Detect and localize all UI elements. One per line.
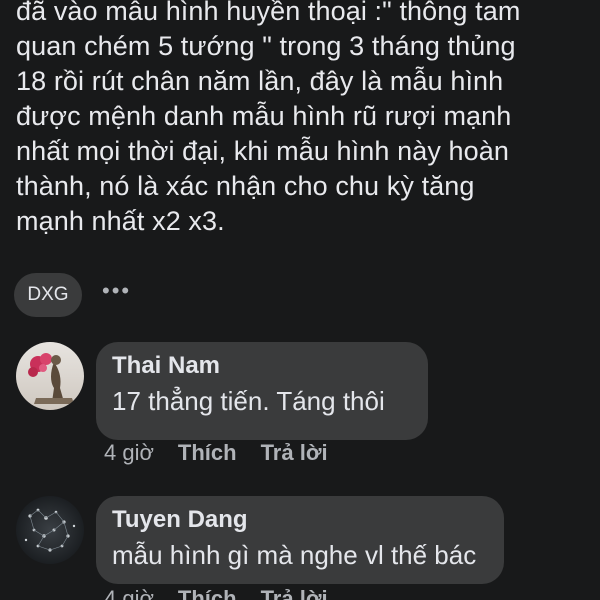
reply-button[interactable]: Trả lời [261,586,328,600]
avatar-image-icon [16,496,84,564]
comment-actions: 4 giờ Thích Trả lời [104,440,352,466]
post-text-line: thành, nó là xác nhận cho chu kỳ tăng [16,171,475,201]
reply-button[interactable]: Trả lời [261,440,328,466]
avatar[interactable] [16,496,84,564]
post-text-line: mạnh nhất x2 x3. [16,206,225,236]
post-text-line: được mệnh danh mẫu hình rũ rượi mạnh [16,101,512,131]
comment-author[interactable]: Tuyen Dang [112,504,488,536]
comment-text: 17 thẳng tiến. Táng thôi [112,386,385,416]
post-text-line: 18 rồi rút chân năm lần, đây là mẫu hình [16,66,504,96]
comment-time: 4 giờ [104,440,154,465]
comment: Tuyen Dang mẫu hình gì mà nghe vl thế bá… [16,496,504,584]
comment-time: 4 giờ [104,586,154,600]
post-text-line: nhất mọi thời đại, khi mẫu hình này hoàn [16,136,510,166]
post-text-line: quan chém 5 tướng " trong 3 tháng thủng [16,31,516,61]
avatar[interactable] [16,342,84,410]
avatar-image-icon [16,342,84,410]
comment-bubble: Thai Nam 17 thẳng tiến. Táng thôi [96,342,428,440]
tag-chip-dxg[interactable]: DXG [14,273,82,317]
tag-row: DXG ••• [14,273,131,317]
post-body: đã vào mẫu hình huyền thoại :" thông tam… [16,0,591,239]
more-options-icon[interactable]: ••• [102,280,131,302]
post-text-line: đã vào mẫu hình huyền thoại :" thông tam [16,0,521,26]
comment: Thai Nam 17 thẳng tiến. Táng thôi [16,342,428,440]
comment-text: mẫu hình gì mà nghe vl thế bác [112,540,477,570]
like-button[interactable]: Thích [178,440,237,466]
like-button[interactable]: Thích [178,586,237,600]
comment-bubble: Tuyen Dang mẫu hình gì mà nghe vl thế bá… [96,496,504,584]
comment-author[interactable]: Thai Nam [112,350,412,382]
comment-actions: 4 giờ Thích Trả lời [104,586,352,600]
